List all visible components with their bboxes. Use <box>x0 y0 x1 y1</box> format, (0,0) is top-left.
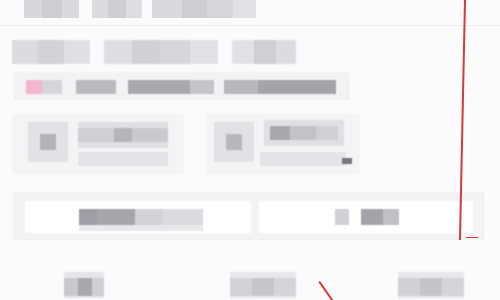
bottom-nav-item-1[interactable] <box>64 272 104 298</box>
toolbar-item-2[interactable] <box>128 80 190 94</box>
tab-1[interactable] <box>24 0 79 18</box>
card-2-avatar <box>214 122 254 162</box>
accent-swatch-icon <box>26 80 42 94</box>
tab-strip <box>0 0 500 26</box>
app-window <box>0 0 500 300</box>
card-2-subtitle <box>260 152 346 166</box>
card-1-title <box>78 122 168 148</box>
card-2-title <box>264 120 344 146</box>
header-action-secondary[interactable] <box>232 40 296 64</box>
toolbar-dot-icon <box>42 80 62 94</box>
tab-3[interactable] <box>152 0 256 18</box>
bottom-nav <box>0 268 500 300</box>
toolbar-item-1[interactable] <box>76 80 116 94</box>
card-1-avatar <box>28 122 68 162</box>
card-1[interactable] <box>12 114 184 174</box>
page-header <box>12 40 302 66</box>
header-action-primary[interactable] <box>104 40 218 64</box>
toolbar <box>14 72 350 100</box>
search-input[interactable] <box>25 201 251 233</box>
card-2-caret-icon <box>342 158 352 164</box>
page-title <box>12 40 90 64</box>
card-2[interactable] <box>206 114 360 174</box>
search-filter[interactable] <box>259 201 473 233</box>
bottom-nav-item-2[interactable] <box>230 272 296 298</box>
toolbar-item-3[interactable] <box>224 80 258 94</box>
toolbar-item-4[interactable] <box>258 80 336 94</box>
tab-2[interactable] <box>92 0 142 18</box>
card-1-subtitle <box>78 152 168 166</box>
bottom-nav-item-3[interactable] <box>398 272 464 298</box>
search-bar[interactable] <box>14 192 484 240</box>
annotation-line-tick <box>466 237 478 238</box>
